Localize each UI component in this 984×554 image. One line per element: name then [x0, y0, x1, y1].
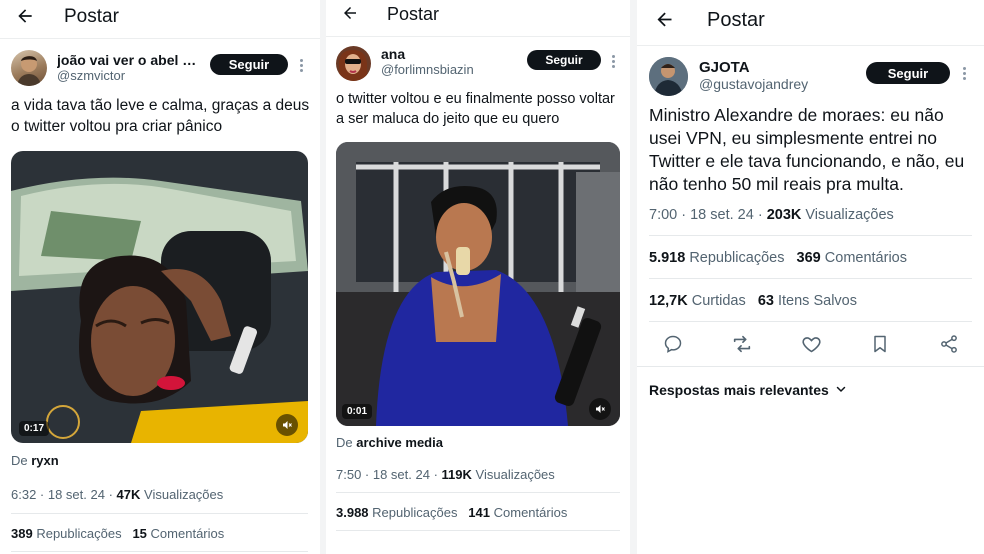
post-panel-3: Postar GJOTA @gustavojandrey Seguir Mini…: [637, 0, 984, 554]
follow-button[interactable]: Seguir: [866, 62, 950, 84]
post-stats: 3.988 Republicações 141 Comentários: [336, 505, 567, 520]
comments-count[interactable]: 141: [468, 505, 490, 520]
post-header: Postar: [637, 0, 984, 42]
source-prefix: De: [11, 453, 28, 468]
share-icon[interactable]: [937, 332, 961, 356]
post-engagement: 12,7K Curtidas 63 Itens Salvos: [649, 293, 857, 309]
replies-sort-dropdown[interactable]: Respostas mais relevantes: [649, 382, 847, 398]
replies-sort-label: Respostas mais relevantes: [649, 382, 829, 398]
post-header: Postar: [0, 0, 320, 36]
post-video[interactable]: 0:01: [336, 142, 620, 426]
source-name[interactable]: ryxn: [31, 453, 58, 468]
divider: [637, 366, 984, 367]
comments-label[interactable]: Comentários: [151, 526, 225, 541]
reposts-label[interactable]: Republicações: [372, 505, 457, 520]
views-label: Visualizações: [475, 467, 555, 482]
panel-separator: [630, 0, 637, 554]
reply-icon[interactable]: [661, 332, 685, 356]
avatar[interactable]: [11, 50, 47, 86]
post-timestamp: 6:32 · 18 set. 24 · 47K Visualizações: [11, 487, 223, 502]
media-source[interactable]: De archive media: [336, 435, 443, 450]
views-label: Visualizações: [805, 207, 894, 223]
saves-label[interactable]: Itens Salvos: [778, 293, 857, 309]
divider: [649, 321, 972, 322]
video-frame: [11, 151, 308, 443]
follow-button[interactable]: Seguir: [527, 50, 601, 70]
source-prefix: De: [336, 435, 353, 450]
divider: [336, 530, 620, 531]
post-timestamp: 7:00 · 18 set. 24 · 203K Visualizações: [649, 207, 894, 223]
post-panel-2: Postar ana @forlimnsbiazin Seguir o twit…: [326, 0, 630, 554]
post-video[interactable]: 0:17: [11, 151, 308, 443]
avatar[interactable]: [649, 57, 688, 96]
reposts-count[interactable]: 3.988: [336, 505, 369, 520]
comments-label[interactable]: Comentários: [825, 250, 907, 266]
video-duration: 0:01: [342, 404, 373, 419]
more-vertical-icon[interactable]: [963, 67, 967, 82]
reposts-count[interactable]: 389: [11, 526, 33, 541]
views-label: Visualizações: [144, 487, 224, 502]
chevron-down-icon: [835, 382, 847, 398]
video-duration: 0:17: [19, 421, 50, 436]
post-time: 7:50 · 18 set. 24 ·: [336, 467, 438, 482]
post-stats: 389 Republicações 15 Comentários: [11, 526, 224, 541]
page-title: Postar: [64, 6, 119, 27]
post-header: Postar: [326, 0, 630, 32]
action-bar: [637, 332, 984, 358]
divider: [11, 513, 308, 514]
source-name[interactable]: archive media: [356, 435, 443, 450]
likes-label[interactable]: Curtidas: [692, 293, 746, 309]
like-icon[interactable]: [799, 332, 823, 356]
post-stats: 5.918 Republicações 369 Comentários: [649, 250, 907, 266]
divider: [336, 492, 620, 493]
avatar[interactable]: [336, 46, 371, 81]
post-panel-1: Postar joão vai ver o abel di... @szmvic…: [0, 0, 320, 554]
post-text: o twitter voltou e eu finalmente posso v…: [336, 91, 615, 127]
page-title: Postar: [707, 9, 765, 31]
post-time: 7:00 · 18 set. 24 ·: [649, 207, 763, 223]
author-name[interactable]: ana: [381, 46, 501, 62]
back-arrow-icon[interactable]: [341, 4, 359, 27]
author-handle[interactable]: @szmvictor: [57, 68, 125, 83]
back-arrow-icon[interactable]: [654, 9, 675, 35]
likes-count[interactable]: 12,7K: [649, 293, 688, 309]
header-divider: [326, 36, 630, 37]
reposts-label[interactable]: Republicações: [36, 526, 121, 541]
more-vertical-icon[interactable]: [612, 55, 616, 70]
divider: [649, 278, 972, 279]
page-title: Postar: [387, 4, 440, 24]
views-count: 47K: [116, 487, 141, 502]
author-name[interactable]: joão vai ver o abel di...: [57, 52, 199, 68]
header-divider: [0, 38, 320, 39]
mute-icon[interactable]: [589, 398, 611, 420]
back-arrow-icon[interactable]: [15, 6, 35, 31]
views-count: 119K: [441, 467, 472, 482]
more-vertical-icon[interactable]: [300, 59, 304, 74]
views-count: 203K: [766, 207, 802, 223]
reposts-count[interactable]: 5.918: [649, 250, 685, 266]
header-divider: [637, 45, 984, 46]
reposts-label[interactable]: Republicações: [689, 250, 784, 266]
divider: [11, 551, 308, 552]
comments-count[interactable]: 369: [797, 250, 821, 266]
author-handle[interactable]: @gustavojandrey: [699, 76, 808, 92]
repost-icon[interactable]: [730, 332, 754, 356]
post-timestamp: 7:50 · 18 set. 24 · 119K Visualizações: [336, 467, 555, 482]
divider: [649, 235, 972, 236]
post-text: a vida tava tão leve e calma, graças a d…: [11, 97, 310, 135]
author-handle[interactable]: @forlimnsbiazin: [381, 62, 474, 77]
video-frame: [336, 142, 620, 426]
post-time: 6:32 · 18 set. 24 ·: [11, 487, 113, 502]
saves-count[interactable]: 63: [758, 293, 774, 309]
follow-button[interactable]: Seguir: [210, 54, 288, 75]
comments-count[interactable]: 15: [132, 526, 146, 541]
post-text: Ministro Alexandre de moraes: eu não use…: [649, 105, 965, 194]
comments-label[interactable]: Comentários: [494, 505, 568, 520]
media-source[interactable]: De ryxn: [11, 453, 59, 468]
mute-icon[interactable]: [276, 414, 298, 436]
author-name[interactable]: GJOTA: [699, 59, 859, 76]
bookmark-icon[interactable]: [868, 332, 892, 356]
